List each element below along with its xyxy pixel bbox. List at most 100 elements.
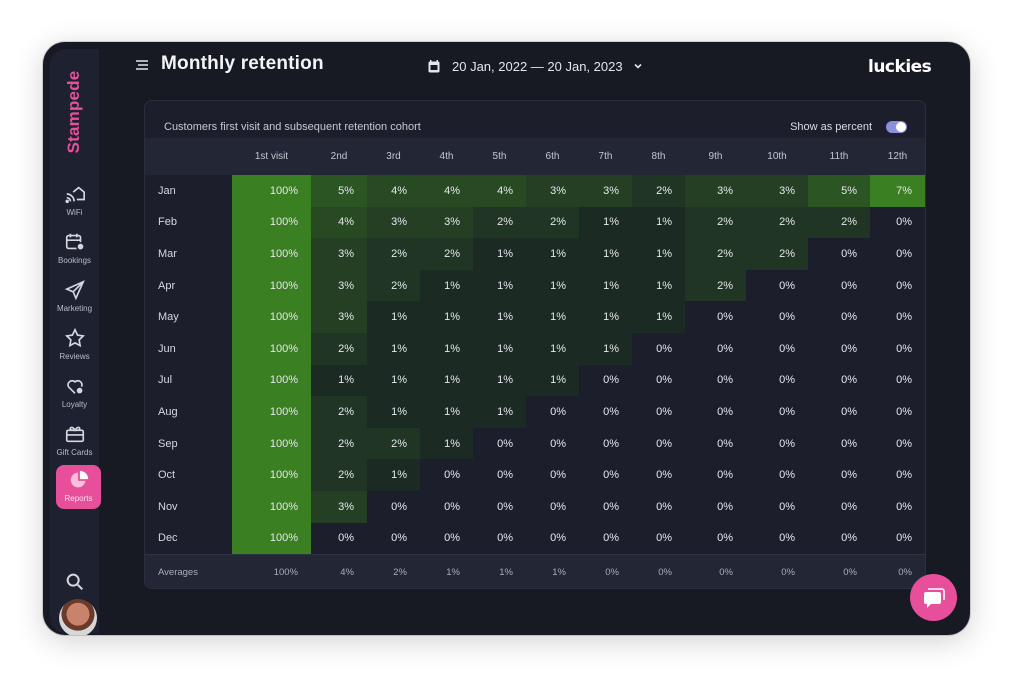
heatmap-cell: 1% — [579, 332, 632, 365]
heatmap-cell: 0% — [746, 301, 808, 333]
row-label: Jan — [158, 184, 176, 197]
heatmap-cell: 0% — [632, 490, 685, 523]
cohort-row: Apr 100% 3% 2% 1% 1% 1% 1% 1% 2% 0% 0% 0% — [145, 269, 925, 302]
heatmap-cell: 1% — [367, 301, 420, 333]
heatmap-cell: 0% — [746, 459, 808, 491]
heatmap-cell: 0% — [808, 238, 870, 270]
heatmap-cell: 3% — [367, 206, 420, 239]
hamburger-menu-icon[interactable] — [135, 58, 149, 72]
heatmap-cell: 0% — [367, 522, 420, 555]
column-header: 12th — [870, 138, 925, 175]
date-range-picker[interactable]: 20 Jan, 2022 — 20 Jan, 2023 — [428, 56, 643, 76]
heatmap-cell: 0% — [808, 364, 870, 397]
sidebar-item-bookings[interactable]: Bookings — [50, 227, 99, 271]
row-label: Dec — [158, 532, 178, 545]
column-header: 2nd — [311, 138, 367, 175]
cohort-row: Nov 100% 3% 0% 0% 0% 0% 0% 0% 0% 0% 0% 0% — [145, 490, 925, 523]
heatmap-cell: 0% — [526, 427, 579, 460]
heatmap-cell: 100% — [232, 490, 311, 523]
sidebar-item-reviews[interactable]: Reviews — [50, 323, 99, 367]
heatmap-cell: 0% — [367, 490, 420, 523]
heatmap-cell: 0% — [870, 206, 925, 239]
heatmap-cell: 1% — [579, 238, 632, 270]
heatmap-cell: 0% — [420, 459, 473, 491]
user-avatar[interactable] — [59, 599, 97, 635]
heatmap-cell: 0% — [746, 522, 808, 555]
heatmap-cell: 0% — [746, 364, 808, 397]
heatmap-cell: 2% — [473, 206, 526, 239]
row-label: Oct — [158, 469, 176, 482]
heatmap-cell: 0% — [579, 459, 632, 491]
heatmap-cell: 1% — [579, 269, 632, 302]
column-header: 7th — [579, 138, 632, 175]
heatmap-cell: 2% — [808, 206, 870, 239]
heatmap-cell: 0% — [870, 238, 925, 270]
row-label: May — [158, 311, 179, 324]
heatmap-cell: 0% — [632, 459, 685, 491]
heatmap-cell: 1% — [526, 364, 579, 397]
heatmap-cell: 2% — [311, 427, 367, 460]
heatmap-cell: 1% — [367, 332, 420, 365]
heatmap-cell: 0% — [808, 522, 870, 555]
heatmap-cell: 2% — [746, 238, 808, 270]
heatmap-cell: 0% — [526, 490, 579, 523]
heatmap-cell: 2% — [526, 206, 579, 239]
cohort-row: Mar 100% 3% 2% 2% 1% 1% 1% 1% 2% 2% 0% 0% — [145, 238, 925, 270]
cohort-row: Jan 100% 5% 4% 4% 4% 3% 3% 2% 3% 3% 5% 7% — [145, 175, 925, 207]
sidebar: Stampede WiFi Bookings Marketing Reviews… — [50, 49, 101, 635]
chat-button[interactable] — [910, 574, 957, 621]
heatmap-cell: 1% — [420, 301, 473, 333]
heatmap-cell: 0% — [870, 269, 925, 302]
heatmap-cell: 100% — [232, 522, 311, 555]
column-header: 11th — [808, 138, 870, 175]
heatmap-cell: 0% — [808, 427, 870, 460]
heatmap-cell: 3% — [311, 301, 367, 333]
cohort-table: 1st visit 2nd 3rd 4th 5th 6th 7th 8th 9th 10th 11t… — [145, 138, 925, 588]
search-icon[interactable] — [64, 571, 86, 593]
column-header: 4th — [420, 138, 473, 175]
heatmap-cell: 0% — [685, 301, 746, 333]
heatmap-cell: 1% — [311, 364, 367, 397]
heatmap-cell: 0% — [473, 459, 526, 491]
sidebar-item-gift-cards[interactable]: Gift Cards — [50, 419, 99, 463]
row-label: Aug — [158, 405, 178, 418]
heatmap-cell: 0% — [746, 269, 808, 302]
heatmap-cell: 0% — [632, 522, 685, 555]
column-header: 3rd — [367, 138, 420, 175]
sidebar-item-marketing[interactable]: Marketing — [50, 275, 99, 319]
average-cell: 1% — [526, 554, 579, 588]
card-title: Customers first visit and subsequent ret… — [164, 121, 421, 133]
page-title: Monthly retention — [161, 53, 324, 74]
heatmap-cell: 0% — [870, 490, 925, 523]
sidebar-item-wifi[interactable]: WiFi — [50, 179, 99, 223]
brand-logo[interactable]: Stampede — [63, 67, 85, 157]
heatmap-cell: 1% — [579, 206, 632, 239]
heatmap-cell: 100% — [232, 301, 311, 333]
heatmap-cell: 0% — [808, 490, 870, 523]
heatmap-cell: 5% — [311, 175, 367, 207]
heatmap-cell: 0% — [473, 490, 526, 523]
heatmap-cell: 1% — [632, 206, 685, 239]
row-label: Nov — [158, 500, 178, 513]
show-as-percent-toggle[interactable] — [886, 121, 907, 133]
heatmap-cell: 0% — [526, 522, 579, 555]
heatmap-cell: 0% — [473, 427, 526, 460]
sidebar-item-reports[interactable]: Reports — [56, 465, 101, 509]
heatmap-cell: 0% — [632, 332, 685, 365]
average-cell: 0% — [746, 554, 808, 588]
heatmap-cell: 2% — [367, 427, 420, 460]
heatmap-cell: 0% — [579, 490, 632, 523]
heatmap-cell: 0% — [685, 522, 746, 555]
heatmap-cell: 0% — [746, 427, 808, 460]
calendar-icon — [428, 59, 440, 72]
sidebar-item-loyalty[interactable]: Loyalty — [50, 371, 99, 415]
heatmap-cell: 3% — [420, 206, 473, 239]
heatmap-cell: 0% — [870, 332, 925, 365]
heatmap-cell: 1% — [420, 396, 473, 428]
heatmap-cell: 100% — [232, 206, 311, 239]
heatmap-cell: 1% — [473, 396, 526, 428]
heatmap-cell: 1% — [579, 301, 632, 333]
cohort-row: Jul 100% 1% 1% 1% 1% 1% 0% 0% 0% 0% 0% 0% — [145, 364, 925, 397]
row-label: Jul — [158, 374, 173, 387]
heatmap-cell: 0% — [632, 364, 685, 397]
